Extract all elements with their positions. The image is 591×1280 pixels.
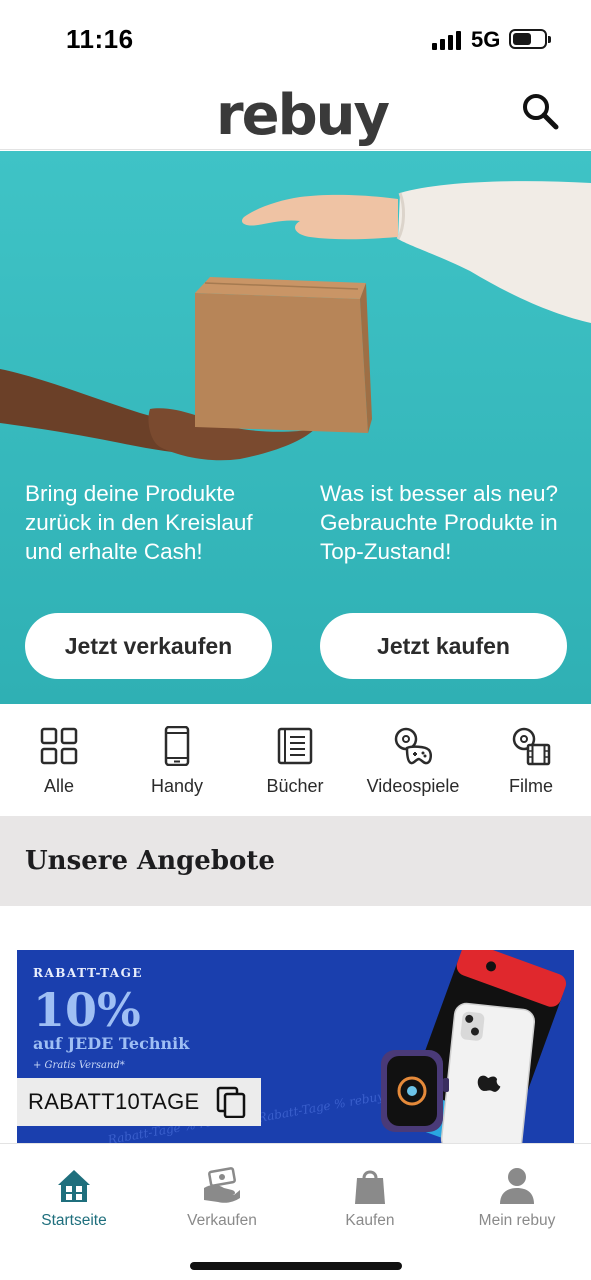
user-icon [500,1168,534,1204]
promo-banner[interactable]: Rabatt-Tage % rebuy Rabatt-Tage % rebuy … [17,950,574,1143]
rebuy-logo[interactable]: rebuy [216,88,390,144]
nav-label: Kaufen [345,1212,395,1229]
app-header: rebuy [0,78,591,150]
sell-now-button[interactable]: Jetzt verkaufen [25,613,272,679]
coupon-code-box[interactable]: RABATT10TAGE [17,1078,261,1126]
promo-subline: auf JEDE Technik [33,1034,190,1053]
hero-banner: Bring deine Produkte zurück in den Kreis… [0,151,591,704]
category-label: Videospiele [366,776,460,796]
category-handy[interactable]: Handy [118,704,236,816]
buy-promo-text: Was ist besser als neu? Gebrauchte Produ… [320,481,559,564]
battery-icon [509,29,551,49]
home-icon [58,1170,90,1202]
film-icon [512,727,551,766]
offers-section-header: Unsere Angebote [0,816,591,906]
category-label: Handy [150,776,204,796]
category-videospiele[interactable]: Videospiele [354,704,472,816]
hero-hands-package-image [0,181,591,461]
promo-discount: 10% [33,983,141,1037]
category-label: Bücher [266,776,324,796]
buy-promo-column: Was ist besser als neu? Gebrauchte Produ… [320,479,570,566]
category-bar: Alle Handy Bücher Videospiele Filme [0,704,591,816]
coupon-code: RABATT10TAGE [28,1089,200,1114]
copy-icon[interactable] [215,1086,247,1118]
nav-label: Startseite [41,1212,107,1229]
nav-kaufen[interactable]: Kaufen [296,1166,444,1230]
category-label: Alle [43,776,74,796]
category-label: Filme [509,776,553,796]
signal-icon [432,30,464,50]
shopping-bag-icon [355,1170,385,1204]
book-icon [277,727,313,765]
network-type: 5G [471,27,501,52]
nav-mein-rebuy[interactable]: Mein rebuy [443,1166,591,1230]
nav-verkaufen[interactable]: Verkaufen [148,1166,296,1230]
category-buecher[interactable]: Bücher [236,704,354,816]
promo-note: + Gratis Versand* [33,1060,125,1071]
status-time: 11:16 [66,24,134,54]
phone-icon [164,726,190,766]
bottom-navigation: Startseite Verkaufen Kaufen Mein rebuy [0,1143,591,1280]
section-title: Unsere Angebote [25,846,275,876]
search-button[interactable] [518,90,562,134]
category-alle[interactable]: Alle [0,704,118,816]
search-icon [523,94,559,130]
sell-hand-icon [204,1167,240,1203]
grid-icon [40,727,78,765]
category-filme[interactable]: Filme [472,704,590,816]
gamepad-icon [394,727,432,765]
nav-startseite[interactable]: Startseite [0,1166,148,1230]
nav-label: Mein rebuy [478,1212,556,1229]
sell-promo-column: Bring deine Produkte zurück in den Kreis… [25,479,275,566]
promo-devices-image [381,950,567,1143]
nav-label: Verkaufen [187,1212,257,1229]
buy-now-button[interactable]: Jetzt kaufen [320,613,567,679]
sell-promo-text: Bring deine Produkte zurück in den Kreis… [25,481,253,564]
home-indicator[interactable] [190,1262,402,1270]
status-bar: 11:16 5G [0,0,591,78]
promo-kicker: RABATT-TAGE [33,966,143,980]
